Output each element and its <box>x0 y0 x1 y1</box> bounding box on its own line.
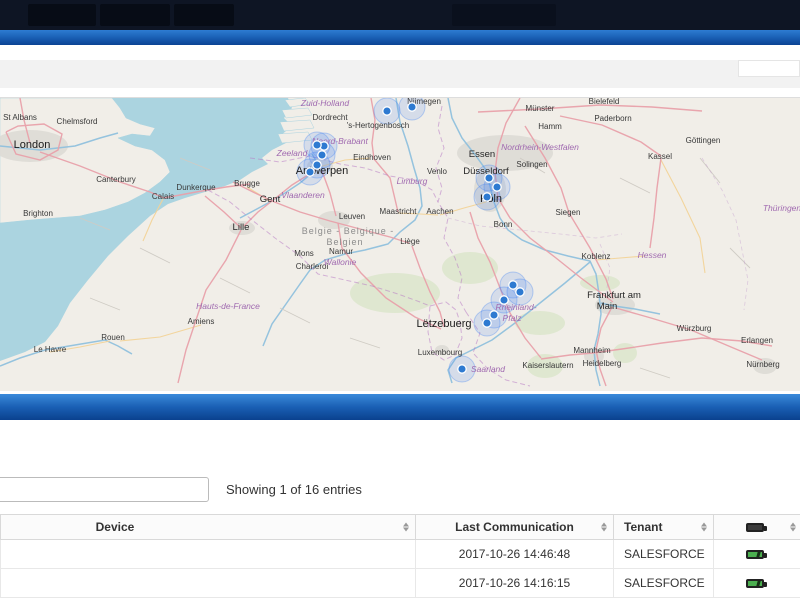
battery-icon <box>746 523 767 533</box>
battery-status-icon <box>746 550 767 560</box>
column-header-battery[interactable] <box>713 514 800 540</box>
subheader-strip <box>0 60 800 88</box>
cell-device <box>0 539 416 569</box>
cell-tenant: SALESFORCE <box>613 539 714 569</box>
map-marker[interactable] <box>407 102 417 112</box>
header-accent-bar <box>0 30 800 45</box>
devices-map[interactable]: LondonSt Albans ChelmsfordCanterburyBrigh… <box>0 93 800 391</box>
top-navigation-bar <box>0 0 800 30</box>
column-label: Tenant <box>624 520 663 534</box>
table-header-row: Device Last Communication Tenant <box>0 514 800 540</box>
sort-icon[interactable] <box>701 522 707 532</box>
cell-tenant: SALESFORCE <box>613 568 714 598</box>
map-marker[interactable] <box>492 182 502 192</box>
subheader <box>0 45 800 97</box>
cell-battery <box>713 539 800 569</box>
devices-table: Device Last Communication Tenant 2017-10… <box>0 514 800 598</box>
entries-summary: Showing 1 of 16 entries <box>226 482 362 497</box>
sort-icon[interactable] <box>790 522 796 532</box>
column-header-tenant[interactable]: Tenant <box>613 514 714 540</box>
map-marker[interactable] <box>482 192 492 202</box>
table-row[interactable]: 2017-10-26 14:16:15 SALESFORCE <box>0 568 800 598</box>
sort-icon[interactable] <box>601 522 607 532</box>
map-marker[interactable] <box>305 167 315 177</box>
nav-item[interactable] <box>174 4 234 26</box>
column-header-last-communication[interactable]: Last Communication <box>415 514 614 540</box>
column-label: Device <box>95 520 135 534</box>
map-marker[interactable] <box>508 280 518 290</box>
map-marker[interactable] <box>482 318 492 328</box>
cell-last-communication: 2017-10-26 14:46:48 <box>415 539 614 569</box>
map-marker[interactable] <box>484 173 494 183</box>
map-marker[interactable] <box>312 160 322 170</box>
map-marker[interactable] <box>312 140 322 150</box>
map-marker[interactable] <box>499 295 509 305</box>
column-label: Last Communication <box>455 520 574 534</box>
map-marker[interactable] <box>489 310 499 320</box>
device-table-section: Showing 1 of 16 entries Device Last Comm… <box>0 420 800 600</box>
cell-device <box>0 568 416 598</box>
sort-icon[interactable] <box>403 522 409 532</box>
nav-item[interactable] <box>452 4 556 26</box>
battery-status-icon <box>746 579 767 589</box>
map-marker[interactable] <box>457 364 467 374</box>
map-marker[interactable] <box>515 287 525 297</box>
section-divider-bar <box>0 394 800 420</box>
cell-battery <box>713 568 800 598</box>
map-marker[interactable] <box>317 150 327 160</box>
cell-last-communication: 2017-10-26 14:16:15 <box>415 568 614 598</box>
subheader-control[interactable] <box>738 60 800 77</box>
map-marker[interactable] <box>382 106 392 116</box>
app-window: London St Albans Chelmsford Canterbury Brigh… <box>0 0 800 600</box>
table-search-input[interactable] <box>0 477 209 502</box>
column-header-device[interactable]: Device <box>0 514 416 540</box>
nav-item[interactable] <box>28 4 96 26</box>
table-row[interactable]: 2017-10-26 14:46:48 SALESFORCE <box>0 539 800 569</box>
nav-item[interactable] <box>100 4 170 26</box>
map-panel[interactable]: London St Albans Chelmsford Canterbury Brigh… <box>0 93 800 391</box>
